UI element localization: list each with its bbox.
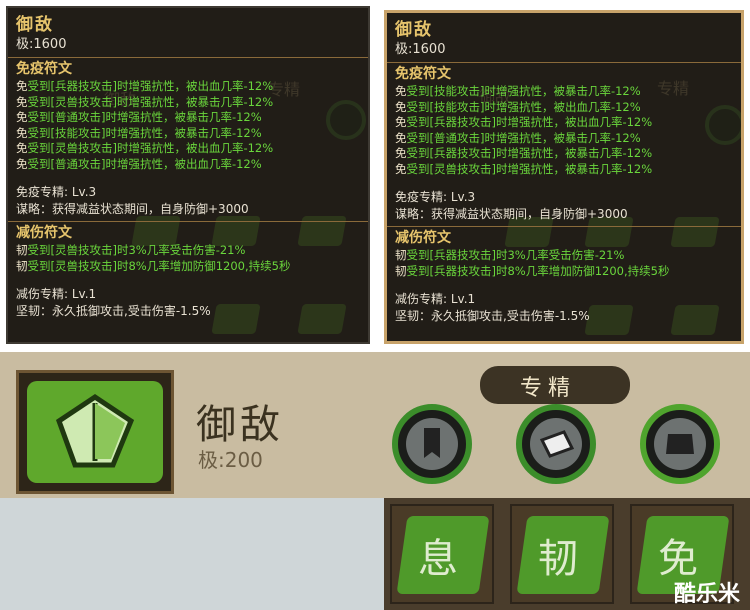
skill-tooltip-left: 御敌 专精 御敌 极:1600 免疫符文 免受到[兵器技攻击]时增强抗性，被出血… [6,6,370,344]
immune-line: 免受到[兵器技攻击]时增强抗性，被出血几率-12% [16,79,274,93]
reduce-line: 韧受到[灵兽技攻击]时3%几率受击伤害-21% [16,243,246,257]
scroll-icon [530,418,582,470]
immune-line: 免受到[兵器技攻击]时增强抗性，被暴击几率-12% [395,146,653,160]
reduce-section-title: 减伤符文 [395,230,451,246]
immune-mastery-desc: 谋略：获得减益状态期间，自身防御+3000 [16,202,249,216]
armor-icon [654,418,706,470]
tab-mastery-label: 专精 [520,376,577,401]
immune-line: 免受到[技能攻击]时增强抗性，被暴击几率-12% [16,125,262,140]
skill-title: 御敌 [16,15,54,35]
immune-lines: 免受到[兵器技攻击]时增强抗性，被出血几率-12% 免受到[灵兽技攻击]时增强抗… [16,79,362,172]
rune-slot[interactable]: 息 [390,504,494,604]
immune-line: 免受到[普通攻击]时增强抗性，被暴击几率-12% [16,110,262,124]
skill-icon-frame[interactable] [16,370,174,494]
rune-char: 韧 [538,536,578,582]
immune-line: 免受到[技能攻击]时增强抗性，被暴击几率-12% [395,84,641,98]
skill-name: 御敌 [196,402,284,448]
rune-slot[interactable]: 韧 [510,504,614,604]
skill-icon [27,381,163,483]
divider [8,221,368,222]
divider [387,226,741,227]
mastery-slot-armor[interactable] [640,404,720,484]
banner-icon [406,418,458,470]
reduce-line: 韧受到[灵兽技攻击]时8%几率增加防御1200,持续5秒 [16,258,291,273]
reduce-section-title: 减伤符文 [16,225,72,241]
watermark: 酷乐米 [673,582,740,607]
skill-tooltip-right: 御敌 专精 御敌 极:1600 免疫符文 免受到[技能攻击]时增强抗性，被暴击几… [384,10,744,344]
skill-level: 极:1600 [395,42,446,57]
immune-mastery-desc: 谋略：获得减益状态期间，自身防御+3000 [395,207,628,221]
immune-line: 免受到[灵兽技攻击]时增强抗性，被暴击几率-12% [16,94,274,109]
skill-level: 极:1600 [16,37,67,52]
reduce-line: 韧受到[兵器技攻击]时3%几率受击伤害-21% [395,248,625,262]
immune-line: 免受到[普通攻击]时增强抗性，被暴击几率-12% [395,130,641,145]
tab-mastery[interactable]: 专精 [480,366,630,404]
skill-level: 极:200 [198,448,263,472]
reduce-mastery: 减伤专精: Lv.1 [16,287,97,301]
reduce-mastery-desc: 坚韧：永久抵御攻击,受击伤害-1.5% [16,304,211,318]
immune-section-title: 免疫符文 [395,66,451,82]
immune-mastery: 免疫专精: Lv.3 [395,190,476,204]
reduce-line: 韧受到[兵器技攻击]时8%几率增加防御1200,持续5秒 [395,263,670,278]
mastery-slot-scroll[interactable] [516,404,596,484]
divider [387,62,741,63]
immune-mastery: 免疫专精: Lv.3 [16,185,97,199]
rune-char: 息 [418,536,458,582]
skill-title: 御敌 [395,20,433,40]
divider [8,57,368,58]
immune-line: 免受到[普通攻击]时增强抗性，被出血几率-12% [16,156,262,171]
immune-line: 免受到[兵器技攻击]时增强抗性，被出血几率-12% [395,115,653,129]
mastery-slot-banner[interactable] [392,404,472,484]
immune-line: 免受到[灵兽技攻击]时增强抗性，被出血几率-12% [16,141,274,155]
shield-icon [55,393,135,468]
immune-line: 免受到[灵兽技攻击]时增强抗性，被暴击几率-12% [395,161,653,176]
reduce-mastery: 减伤专精: Lv.1 [395,292,476,306]
immune-line: 免受到[技能攻击]时增强抗性，被出血几率-12% [395,99,641,114]
skill-screen: 御敌 极:200 专精 息 韧 免 酷乐米 [0,352,750,610]
reduce-mastery-desc: 坚韧：永久抵御攻击,受击伤害-1.5% [395,309,590,323]
immune-section-title: 免疫符文 [16,61,72,77]
